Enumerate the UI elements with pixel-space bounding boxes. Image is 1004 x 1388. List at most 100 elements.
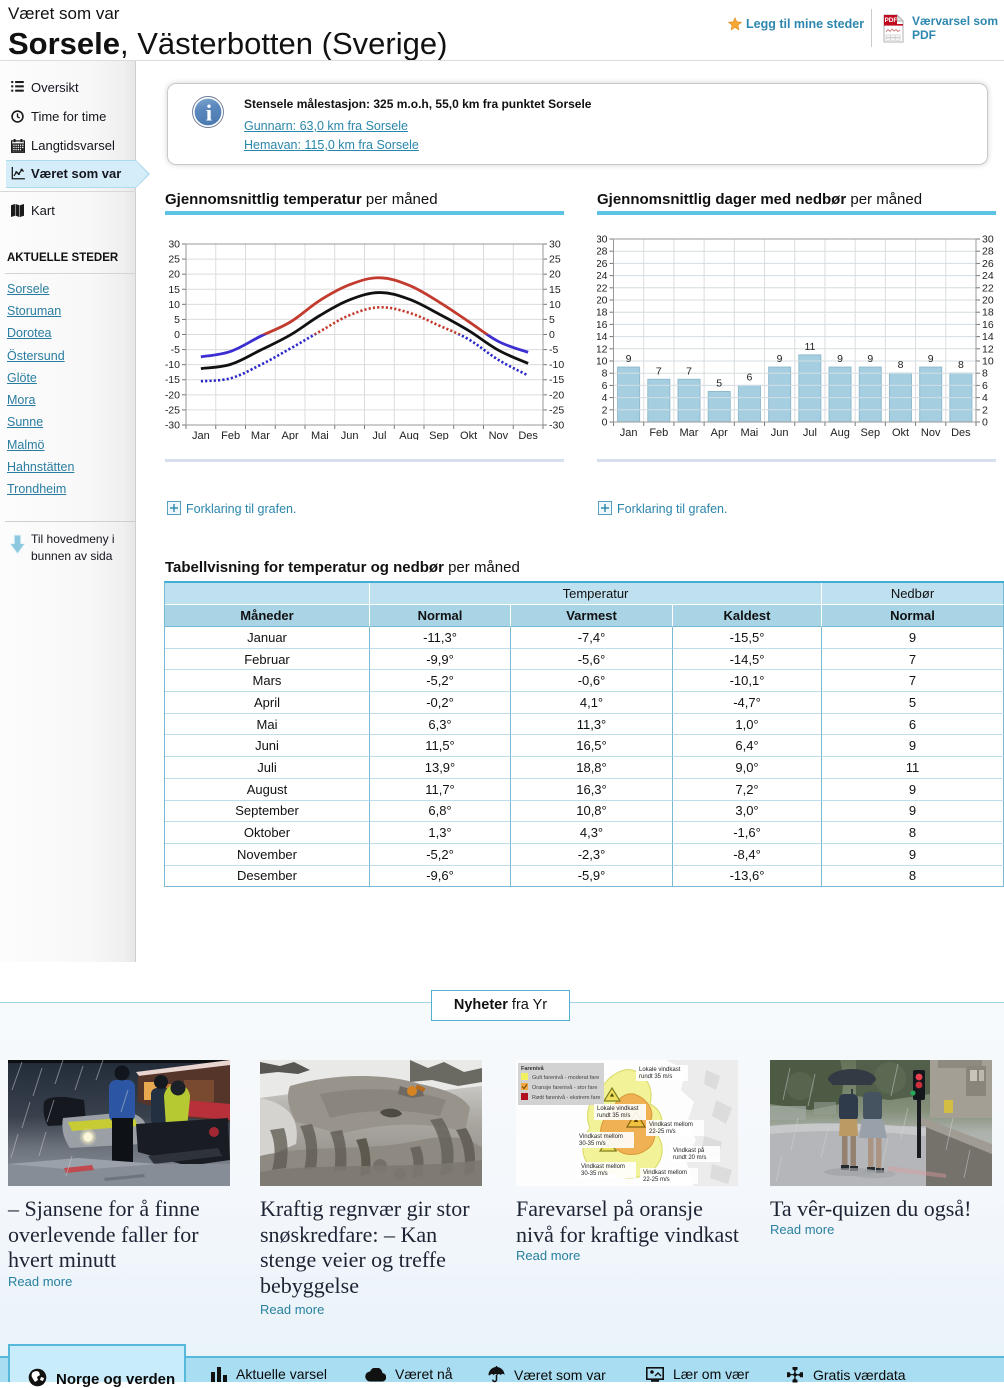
svg-text:15: 15 <box>549 284 561 296</box>
svg-text:6: 6 <box>746 371 752 383</box>
svg-text:Des: Des <box>518 430 538 440</box>
svg-text:25: 25 <box>168 254 180 266</box>
svg-text:4: 4 <box>982 392 988 404</box>
svg-text:20: 20 <box>168 269 180 281</box>
svg-text:Des: Des <box>951 427 971 439</box>
svg-text:18: 18 <box>597 307 608 319</box>
svg-text:30: 30 <box>597 234 608 246</box>
svg-text:11: 11 <box>804 341 815 353</box>
svg-text:Apr: Apr <box>711 427 728 439</box>
svg-text:6: 6 <box>602 380 608 392</box>
svg-text:-30: -30 <box>549 420 564 432</box>
svg-text:rundt 35 m/s: rundt 35 m/s <box>639 1074 672 1080</box>
svg-text:8: 8 <box>982 368 988 380</box>
svg-text:24: 24 <box>597 270 608 282</box>
svg-text:8: 8 <box>602 368 608 380</box>
svg-text:30: 30 <box>549 239 561 251</box>
svg-text:22-25 m/s: 22-25 m/s <box>649 1129 676 1135</box>
svg-text:Rødt farenivå - ekstrem fare: Rødt farenivå - ekstrem fare <box>532 1094 600 1101</box>
svg-text:9: 9 <box>837 353 843 365</box>
svg-text:28: 28 <box>982 246 994 258</box>
svg-text:5: 5 <box>549 314 555 326</box>
svg-text:22-25 m/s: 22-25 m/s <box>643 1177 670 1183</box>
svg-text:20: 20 <box>597 295 608 307</box>
svg-text:Vindkast mellom: Vindkast mellom <box>579 1134 623 1140</box>
svg-text:5: 5 <box>716 378 722 390</box>
svg-text:6: 6 <box>982 380 988 392</box>
svg-text:Nov: Nov <box>489 430 509 440</box>
svg-text:5: 5 <box>174 314 180 326</box>
svg-text:22: 22 <box>597 282 608 294</box>
svg-text:Vindkast mellom: Vindkast mellom <box>581 1164 625 1170</box>
svg-text:i: i <box>206 101 213 126</box>
svg-text:30: 30 <box>982 234 994 246</box>
svg-text:Oransje farenivå - stor fare: Oransje farenivå - stor fare <box>532 1084 597 1091</box>
svg-text:Vindkast mellom: Vindkast mellom <box>649 1122 693 1128</box>
svg-text:Lokale vindkast: Lokale vindkast <box>597 1106 639 1112</box>
svg-text:Sep: Sep <box>861 427 881 439</box>
svg-text:PDF: PDF <box>885 17 898 24</box>
svg-text:18: 18 <box>982 307 994 319</box>
svg-text:8: 8 <box>898 359 904 371</box>
svg-text:Jan: Jan <box>192 430 210 440</box>
svg-text:Okt: Okt <box>892 427 909 439</box>
svg-text:rundt 35 m/s: rundt 35 m/s <box>597 1113 630 1119</box>
svg-text:10: 10 <box>549 299 561 311</box>
svg-text:rundt 20 m/s: rundt 20 m/s <box>673 1155 706 1161</box>
svg-text:30-35 m/s: 30-35 m/s <box>581 1171 608 1177</box>
svg-text:Apr: Apr <box>282 430 299 440</box>
svg-text:Feb: Feb <box>649 427 668 439</box>
svg-text:Vindkast på: Vindkast på <box>673 1147 705 1154</box>
svg-text:2: 2 <box>982 404 988 416</box>
svg-text:Aug: Aug <box>830 427 850 439</box>
svg-text:7: 7 <box>656 365 662 377</box>
svg-text:Farenivå: Farenivå <box>521 1065 545 1072</box>
svg-text:16: 16 <box>597 319 608 331</box>
svg-text:Jun: Jun <box>341 430 359 440</box>
svg-text:Jun: Jun <box>771 427 789 439</box>
svg-text:Mai: Mai <box>311 430 329 440</box>
svg-text:0: 0 <box>174 329 180 341</box>
svg-text:Mar: Mar <box>680 427 699 439</box>
svg-text:Jul: Jul <box>372 430 386 440</box>
svg-text:-25: -25 <box>165 404 180 416</box>
svg-text:10: 10 <box>597 356 608 368</box>
svg-text:Jan: Jan <box>620 427 638 439</box>
svg-text:-25: -25 <box>549 404 564 416</box>
svg-text:Sep: Sep <box>429 430 449 440</box>
svg-text:Mai: Mai <box>741 427 759 439</box>
svg-text:-10: -10 <box>165 359 180 371</box>
svg-text:24: 24 <box>982 270 994 282</box>
svg-text:9: 9 <box>928 353 934 365</box>
svg-text:Nov: Nov <box>921 427 941 439</box>
svg-text:-10: -10 <box>549 359 564 371</box>
svg-text:2: 2 <box>602 404 608 416</box>
svg-text:9: 9 <box>626 353 632 365</box>
svg-text:14: 14 <box>597 331 608 343</box>
svg-text:7: 7 <box>686 365 692 377</box>
svg-text:8: 8 <box>958 359 964 371</box>
svg-text:Feb: Feb <box>221 430 240 440</box>
svg-text:Lokale vindkast: Lokale vindkast <box>639 1067 681 1073</box>
svg-text:10: 10 <box>168 299 180 311</box>
svg-text:0: 0 <box>602 417 608 429</box>
svg-text:26: 26 <box>597 258 608 270</box>
svg-text:20: 20 <box>982 295 994 307</box>
svg-text:-20: -20 <box>549 389 564 401</box>
svg-text:30: 30 <box>168 239 180 251</box>
svg-text:16: 16 <box>982 319 994 331</box>
svg-text:Aug: Aug <box>399 430 419 440</box>
svg-text:0: 0 <box>982 417 988 429</box>
svg-text:-5: -5 <box>549 344 558 356</box>
svg-text:-15: -15 <box>165 374 180 386</box>
svg-text:22: 22 <box>982 282 994 294</box>
svg-text:4: 4 <box>602 392 608 404</box>
svg-text:-5: -5 <box>171 344 180 356</box>
svg-text:26: 26 <box>982 258 994 270</box>
svg-text:Jul: Jul <box>803 427 817 439</box>
svg-text:14: 14 <box>982 331 994 343</box>
svg-text:-20: -20 <box>165 389 180 401</box>
svg-text:Mar: Mar <box>251 430 270 440</box>
svg-text:9: 9 <box>777 353 783 365</box>
svg-text:12: 12 <box>597 343 608 355</box>
